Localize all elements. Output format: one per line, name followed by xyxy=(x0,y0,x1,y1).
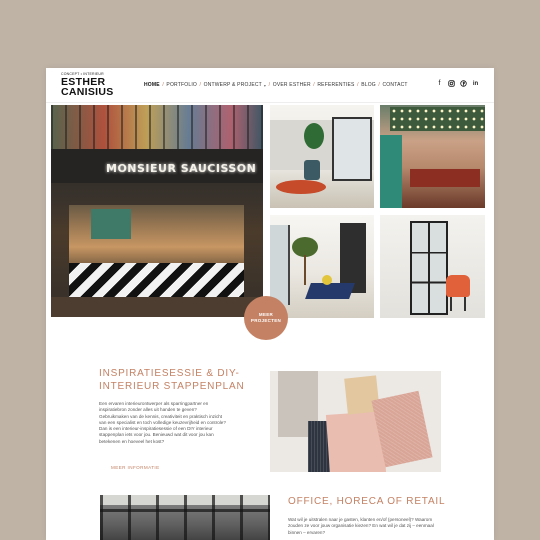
more-button-line2: PROJECTEN xyxy=(250,318,282,323)
photo-detail-stripes xyxy=(69,263,244,297)
photo-detail-chair xyxy=(304,160,320,180)
nav-separator: / xyxy=(199,82,202,88)
logo[interactable]: CONCEPT • INTERIEUR ESTHER CANISIUS xyxy=(61,72,114,97)
project-photo-bar[interactable] xyxy=(380,105,485,208)
social-links: f in xyxy=(436,80,479,88)
nav-separator: / xyxy=(378,82,380,88)
nav-separator: / xyxy=(268,82,271,88)
material-samples-image xyxy=(270,371,441,472)
nav-separator: / xyxy=(162,82,164,88)
photo-detail-sign xyxy=(91,209,131,239)
linkedin-icon[interactable]: in xyxy=(472,80,479,88)
nav-item-over-esther[interactable]: Over Esther xyxy=(273,82,311,88)
project-photo-lobby[interactable] xyxy=(270,215,374,318)
photo-detail-steel-door xyxy=(410,221,448,315)
instagram-icon[interactable] xyxy=(448,80,455,88)
photo-detail-floor xyxy=(51,297,263,317)
photo-detail-chair-legs xyxy=(450,297,466,311)
photo-detail-trunk xyxy=(304,255,306,285)
project-photo-glass-door[interactable] xyxy=(380,215,485,318)
photo-detail-beams xyxy=(100,495,270,540)
nav-item-ontwerp-project[interactable]: Ontwerp & Project xyxy=(204,82,262,88)
section-title-inspiratiesessie: INSPIRATIESESSIE & DIY-INTERIEUR STAPPEN… xyxy=(99,368,245,392)
pinterest-icon[interactable] xyxy=(460,80,467,88)
nav-item-home[interactable]: Home xyxy=(144,82,160,88)
section-body-office-horeca-retail: Wat wil je uitstralen naar je gasten, kl… xyxy=(288,517,434,535)
project-photo-monsieur-saucisson[interactable]: MONSIEUR SAUCISSON xyxy=(51,105,263,317)
photo-detail-window xyxy=(270,225,290,305)
project-photo-office[interactable] xyxy=(270,105,374,208)
photo-detail-rug xyxy=(305,283,355,299)
photo-detail-tiles xyxy=(380,135,402,208)
photo-detail-rug xyxy=(276,180,326,194)
photo-detail-plant xyxy=(304,123,324,149)
nav-item-contact[interactable]: Contact xyxy=(382,82,407,88)
photo-detail-tree xyxy=(292,237,318,257)
nav-item-portfolio[interactable]: Portfolio xyxy=(166,82,197,88)
nav-separator: / xyxy=(357,82,359,88)
main-nav: Home / Portfolio / Ontwerp & Project ▾ /… xyxy=(144,82,408,88)
photo-detail-grid xyxy=(51,105,263,149)
site-header: CONCEPT • INTERIEUR ESTHER CANISIUS Home… xyxy=(46,68,494,103)
section-title-office-horeca-retail: OFFICE, HORECA OF RETAIL xyxy=(288,496,446,507)
neon-sign-text: MONSIEUR SAUCISSON xyxy=(106,162,257,175)
chevron-down-icon[interactable]: ▾ xyxy=(264,83,266,88)
nav-item-referenties[interactable]: Referenties xyxy=(317,82,354,88)
section-body-inspiratiesessie: Een ervaren interieurontwerper als sparr… xyxy=(99,401,226,444)
facebook-icon[interactable]: f xyxy=(436,80,443,88)
more-info-link[interactable]: MEER INFORMATIE xyxy=(111,465,160,470)
photo-detail-lights xyxy=(390,107,485,131)
nav-separator: / xyxy=(313,82,315,88)
photo-detail-stool xyxy=(322,275,332,285)
website-frame: CONCEPT • INTERIEUR ESTHER CANISIUS Home… xyxy=(46,68,494,540)
photo-detail-orange-chair xyxy=(446,275,470,297)
nav-item-blog[interactable]: Blog xyxy=(361,82,376,88)
photo-detail-seats xyxy=(410,169,480,187)
logo-name-line2: CANISIUS xyxy=(61,86,114,98)
office-photo xyxy=(100,495,270,540)
more-projects-button[interactable]: MEER PROJECTEN xyxy=(244,296,288,340)
photo-detail-glass-room xyxy=(332,117,372,181)
